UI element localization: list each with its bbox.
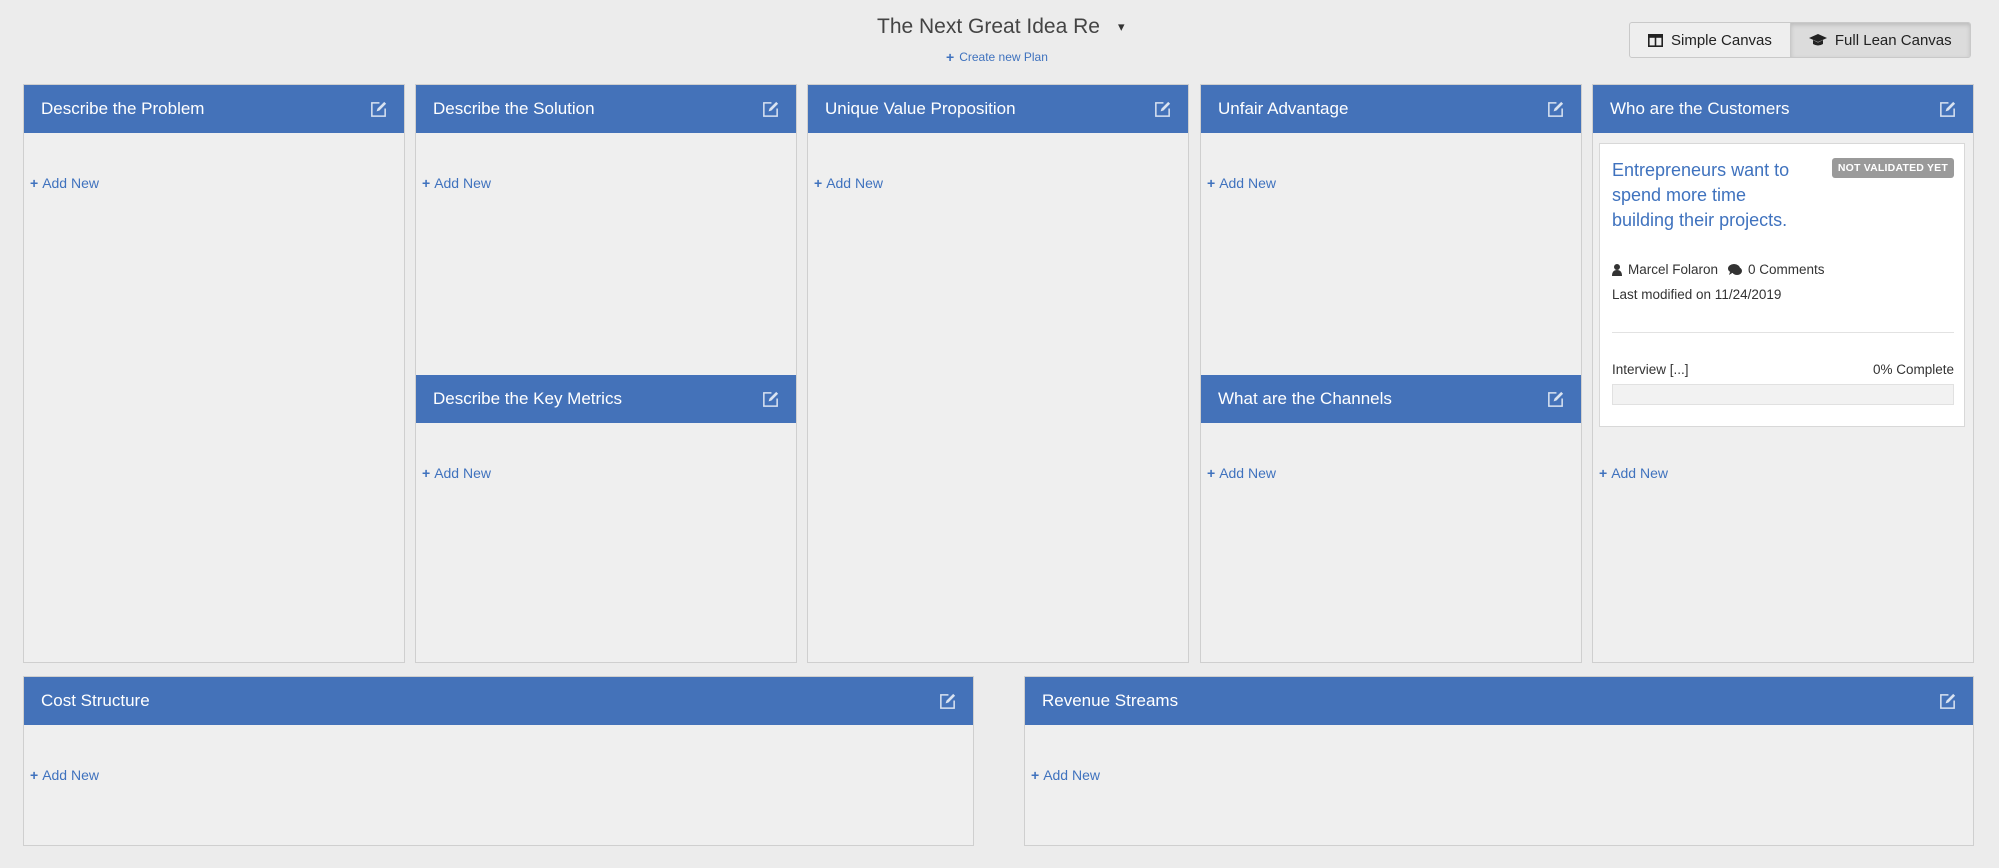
add-new-label: Add New	[1043, 767, 1100, 783]
add-new-label: Add New	[1611, 465, 1668, 481]
unfair-advantage-panel: Unfair Advantage + Add New What are the …	[1200, 84, 1582, 663]
plus-icon: +	[1599, 465, 1608, 481]
plus-icon: +	[30, 767, 39, 783]
add-new-label: Add New	[434, 465, 491, 481]
add-new-label: Add New	[42, 767, 99, 783]
simple-canvas-label: Simple Canvas	[1671, 31, 1772, 49]
full-lean-canvas-button[interactable]: Full Lean Canvas	[1789, 23, 1970, 57]
validation-badge: NOT VALIDATED YET	[1831, 158, 1954, 178]
add-new-button[interactable]: + Add New	[814, 175, 883, 191]
card-meta: Marcel Folaron 0 Comments	[1612, 262, 1825, 277]
customers-header: Who are the Customers	[1593, 85, 1973, 133]
edit-icon[interactable]	[369, 100, 388, 119]
add-new-button[interactable]: + Add New	[1207, 465, 1276, 481]
plus-icon: +	[1207, 465, 1216, 481]
customers-title: Who are the Customers	[1610, 99, 1790, 118]
card-author: Marcel Folaron	[1628, 262, 1719, 277]
plus-icon: +	[30, 175, 39, 191]
card-divider	[1612, 332, 1954, 333]
card-task[interactable]: Interview [...]	[1612, 362, 1689, 377]
edit-icon[interactable]	[1546, 390, 1565, 409]
edit-icon[interactable]	[1938, 100, 1957, 119]
uvp-header: Unique Value Proposition	[808, 85, 1188, 133]
add-new-label: Add New	[1219, 465, 1276, 481]
edit-icon[interactable]	[761, 390, 780, 409]
columns-icon	[1648, 33, 1663, 47]
card-last-modified: Last modified on 11/24/2019	[1612, 287, 1782, 302]
edit-icon[interactable]	[761, 100, 780, 119]
edit-icon[interactable]	[1938, 692, 1957, 711]
edit-icon[interactable]	[1546, 100, 1565, 119]
solution-header: Describe the Solution	[416, 85, 796, 133]
channels-title: What are the Channels	[1218, 389, 1392, 408]
card-progress-bar	[1612, 384, 1954, 405]
uvp-panel: Unique Value Proposition + Add New	[807, 84, 1189, 663]
unfair-advantage-header: Unfair Advantage	[1201, 85, 1581, 133]
key-metrics-title: Describe the Key Metrics	[433, 389, 622, 408]
card-title[interactable]: Entrepreneurs want to spend more time bu…	[1612, 158, 1812, 233]
revenue-streams-title: Revenue Streams	[1042, 691, 1179, 710]
create-plan-link[interactable]: + Create new Plan	[946, 50, 1048, 64]
add-new-label: Add New	[1219, 175, 1276, 191]
caret-down-icon: ▾	[1117, 19, 1125, 34]
plus-icon: +	[814, 175, 823, 191]
comments-icon	[1728, 263, 1743, 275]
add-new-button[interactable]: + Add New	[422, 465, 491, 481]
add-new-label: Add New	[42, 175, 99, 191]
edit-icon[interactable]	[1153, 100, 1172, 119]
plus-icon: +	[946, 49, 955, 65]
plus-icon: +	[422, 175, 431, 191]
solution-panel: Describe the Solution + Add New Describe…	[415, 84, 797, 663]
plus-icon: +	[1207, 175, 1216, 191]
plus-icon: +	[422, 465, 431, 481]
customer-card[interactable]: NOT VALIDATED YET Entrepreneurs want to …	[1599, 143, 1965, 427]
unfair-advantage-title: Unfair Advantage	[1218, 99, 1349, 118]
card-comments[interactable]: 0 Comments	[1748, 262, 1825, 277]
graduation-cap-icon	[1808, 33, 1827, 47]
customers-panel: Who are the Customers NOT VALIDATED YET …	[1592, 84, 1974, 663]
cost-structure-panel: Cost Structure + Add New	[23, 676, 974, 846]
full-lean-canvas-label: Full Lean Canvas	[1834, 31, 1952, 49]
cost-structure-header: Cost Structure	[24, 677, 973, 725]
problem-header: Describe the Problem	[24, 85, 404, 133]
plan-selector[interactable]: The Next Great Idea Re ▾	[877, 12, 1124, 42]
key-metrics-header: Describe the Key Metrics	[416, 375, 796, 423]
add-new-button[interactable]: + Add New	[1031, 767, 1100, 783]
card-progress-label: 0% Complete	[1872, 362, 1954, 377]
solution-title: Describe the Solution	[433, 99, 595, 118]
add-new-label: Add New	[434, 175, 491, 191]
add-new-button[interactable]: + Add New	[1599, 465, 1668, 481]
channels-header: What are the Channels	[1201, 375, 1581, 423]
uvp-title: Unique Value Proposition	[825, 99, 1016, 118]
add-new-button[interactable]: + Add New	[30, 175, 99, 191]
plan-title: The Next Great Idea Re	[877, 15, 1100, 38]
problem-panel: Describe the Problem + Add New	[23, 84, 405, 663]
problem-title: Describe the Problem	[41, 99, 205, 118]
simple-canvas-button[interactable]: Simple Canvas	[1630, 23, 1790, 57]
canvas-view-toggle: Simple Canvas Full Lean Canvas	[1629, 22, 1971, 58]
revenue-streams-panel: Revenue Streams + Add New	[1024, 676, 1974, 846]
cost-structure-title: Cost Structure	[41, 691, 150, 710]
add-new-button[interactable]: + Add New	[422, 175, 491, 191]
edit-icon[interactable]	[938, 692, 957, 711]
add-new-button[interactable]: + Add New	[30, 767, 99, 783]
add-new-label: Add New	[826, 175, 883, 191]
plus-icon: +	[1031, 767, 1040, 783]
create-plan-label: Create new Plan	[959, 50, 1048, 64]
revenue-streams-header: Revenue Streams	[1025, 677, 1973, 725]
user-icon	[1612, 263, 1622, 276]
add-new-button[interactable]: + Add New	[1207, 175, 1276, 191]
